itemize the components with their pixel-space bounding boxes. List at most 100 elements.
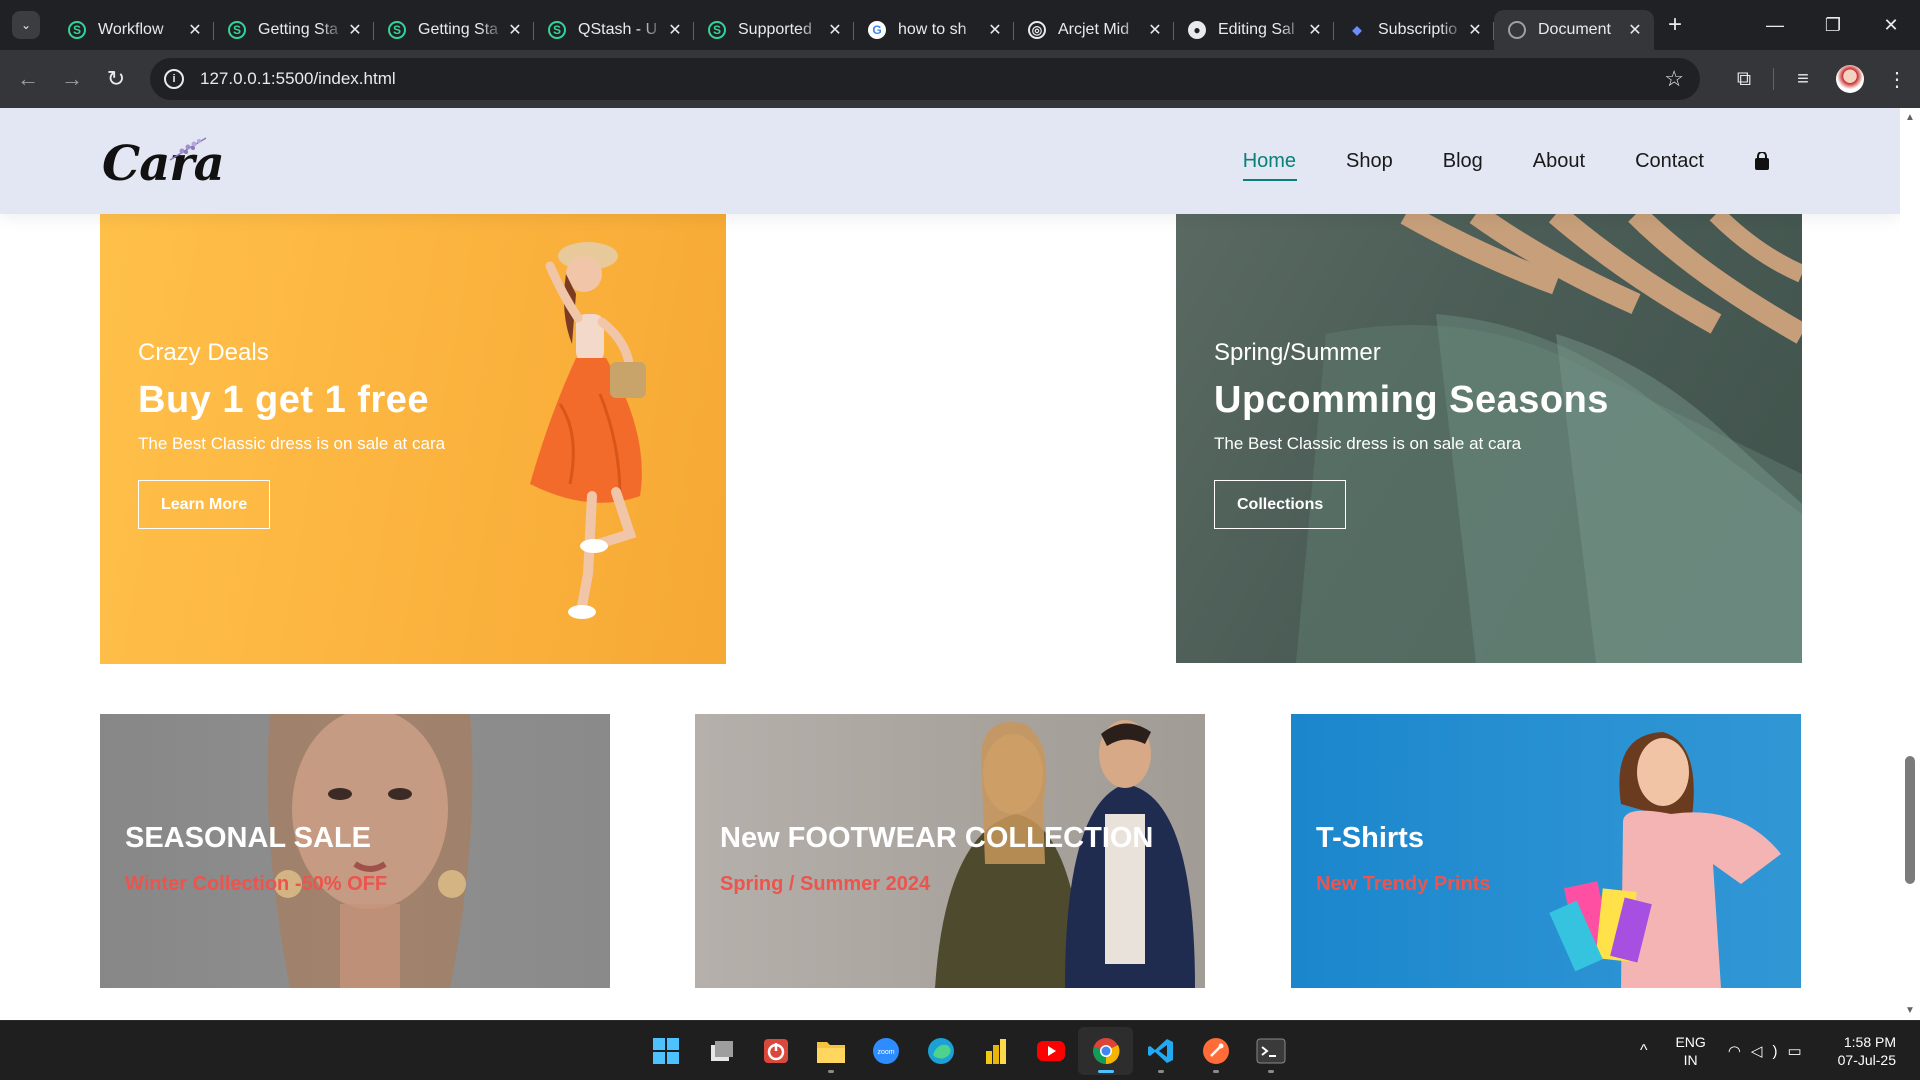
running-indicator [1212,1070,1219,1073]
scrollbar-thumb[interactable] [1905,756,1915,884]
volume-icon[interactable]: ◁) [1751,1043,1788,1060]
browser-tab[interactable]: S Getting Sta ✕ [214,10,374,50]
tab-close-icon[interactable]: ✕ [1466,20,1484,40]
nav-link-home[interactable]: Home [1242,150,1298,181]
tab-close-icon[interactable]: ✕ [1306,20,1324,40]
banner-kicker: Crazy Deals [138,339,269,366]
small-banner-subtitle: Winter Collection -50% OFF [125,873,388,895]
browser-tab-active[interactable]: Document ✕ [1494,10,1654,50]
running-indicator [1097,1070,1114,1073]
tab-title: Supported [738,21,812,38]
power-app-icon[interactable] [748,1027,803,1075]
small-banner-title: SEASONAL SALE [125,822,372,854]
browser-tab[interactable]: S Supported ✕ [694,10,854,50]
page-scrollbar[interactable]: ▲ ▼ [1900,108,1920,1020]
browser-tab[interactable]: G how to sh ✕ [854,10,1014,50]
toolbar-divider [1773,68,1774,90]
postman-icon[interactable] [1188,1027,1243,1075]
page-viewport: Cara Home Shop Blog About Contact Crazy … [0,108,1900,1020]
power-bi-icon[interactable] [968,1027,1023,1075]
profile-avatar[interactable] [1836,65,1864,93]
clock[interactable]: 1:58 PM 07-Jul-25 [1838,1033,1896,1069]
new-tab-plus-icon[interactable]: + [1668,11,1682,39]
system-tray: ^ ENG IN ◠◁)▭ 1:58 PM 07-Jul-25 [1640,1021,1920,1081]
file-explorer-icon[interactable] [803,1027,858,1075]
tab-close-icon[interactable]: ✕ [1146,20,1164,40]
running-indicator [1267,1070,1274,1073]
banner-subtitle: The Best Classic dress is on sale at car… [138,434,446,453]
github-icon: ● [1188,21,1206,39]
small-banner-subtitle: Spring / Summer 2024 [720,873,931,895]
tab-close-icon[interactable]: ✕ [346,20,364,40]
qstash-icon: S [708,21,726,39]
tab-close-icon[interactable]: ✕ [1626,20,1644,40]
scroll-up-arrow-icon[interactable]: ▲ [1905,112,1915,123]
vscode-icon[interactable] [1133,1027,1188,1075]
banner-seasonal-sale: SEASONAL SALE Winter Collection -50% OFF [100,714,610,988]
windows-taskbar: zoom ^ ENG IN ◠◁)▭ 1:58 PM 07-Jul-25 [0,1020,1920,1080]
terminal-icon[interactable] [1243,1027,1298,1075]
tab-close-icon[interactable]: ✕ [186,20,204,40]
youtube-icon[interactable] [1023,1027,1078,1075]
extensions-puzzle-icon[interactable]: ⧉ [1721,68,1767,91]
tab-close-icon[interactable]: ✕ [506,20,524,40]
collections-button[interactable]: Collections [1214,480,1347,529]
scroll-down-arrow-icon[interactable]: ▼ [1905,1005,1915,1016]
task-view-icon[interactable] [693,1027,748,1075]
main-nav: Home Shop Blog About Contact [1193,108,1770,214]
region-code: IN [1683,1052,1698,1068]
edge-browser-icon[interactable] [913,1027,968,1075]
banner-t-shirts: T-Shirts New Trendy Prints [1291,714,1801,988]
chrome-browser-icon[interactable] [1078,1027,1133,1075]
tab-title: Getting Sta [258,21,339,38]
start-windows-icon[interactable] [638,1027,693,1075]
tab-search-chevron-icon[interactable]: ⌄ [12,11,40,39]
toolbar-actions: ⧉ ≡ ⋮ [1721,50,1920,108]
site-info-icon[interactable]: i [164,69,184,89]
tab-close-icon[interactable]: ✕ [666,20,684,40]
wifi-icon[interactable]: ◠ [1728,1043,1751,1060]
learn-more-button[interactable]: Learn More [138,480,271,529]
close-window-icon[interactable]: ✕ [1862,0,1920,50]
zoom-app-icon[interactable]: zoom [858,1027,913,1075]
browser-tab[interactable]: S Workflow ✕ [54,10,214,50]
tab-title: Subscriptio [1378,21,1458,38]
restore-icon[interactable]: ❐ [1804,0,1862,50]
forward-arrow-icon[interactable]: → [50,66,94,92]
network-volume-battery-icons[interactable]: ◠◁)▭ [1728,1042,1812,1060]
battery-icon[interactable]: ▭ [1787,1043,1811,1060]
tab-close-icon[interactable]: ✕ [826,20,844,40]
nav-link-blog[interactable]: Blog [1443,150,1483,173]
nav-link-about[interactable]: About [1533,150,1585,173]
browser-tab[interactable]: ● Editing Sal ✕ [1174,10,1334,50]
nav-link-contact[interactable]: Contact [1635,150,1704,173]
qstash-icon: S [388,21,406,39]
tab-close-icon[interactable]: ✕ [986,20,1004,40]
input-language-indicator[interactable]: ENG IN [1675,1033,1705,1069]
show-hidden-icons-chevron-icon[interactable]: ^ [1640,1042,1648,1060]
browser-tab[interactable]: ◎ Arcjet Mid ✕ [1014,10,1174,50]
browser-tab[interactable]: ◆ Subscriptio ✕ [1334,10,1494,50]
browser-menu-icon[interactable]: ⋮ [1874,67,1920,92]
banner-kicker: Spring/Summer [1214,339,1381,366]
bookmark-star-icon[interactable]: ☆ [1664,66,1684,92]
running-indicator [1157,1070,1164,1073]
globe-icon [1508,21,1526,39]
nav-link-shop[interactable]: Shop [1346,150,1393,173]
site-header: Cara Home Shop Blog About Contact [0,108,1900,214]
browser-tab[interactable]: S Getting Sta ✕ [374,10,534,50]
shopping-bag-icon[interactable] [1754,152,1770,170]
subscription-icon: ◆ [1352,23,1362,37]
minimize-icon[interactable]: — [1746,0,1804,50]
back-arrow-icon[interactable]: ← [6,66,50,92]
reload-icon[interactable]: ↻ [94,66,138,92]
url-text[interactable]: 127.0.0.1:5500/index.html [200,69,396,89]
tab-title: Document [1538,21,1611,38]
media-queue-icon[interactable]: ≡ [1780,68,1826,91]
address-bar[interactable]: i 127.0.0.1:5500/index.html ☆ [150,58,1700,100]
svg-text:zoom: zoom [877,1049,894,1056]
tab-title: how to sh [898,21,967,38]
qstash-icon: S [228,21,246,39]
browser-tab[interactable]: S QStash - U ✕ [534,10,694,50]
clock-date: 07-Jul-25 [1837,1052,1896,1068]
